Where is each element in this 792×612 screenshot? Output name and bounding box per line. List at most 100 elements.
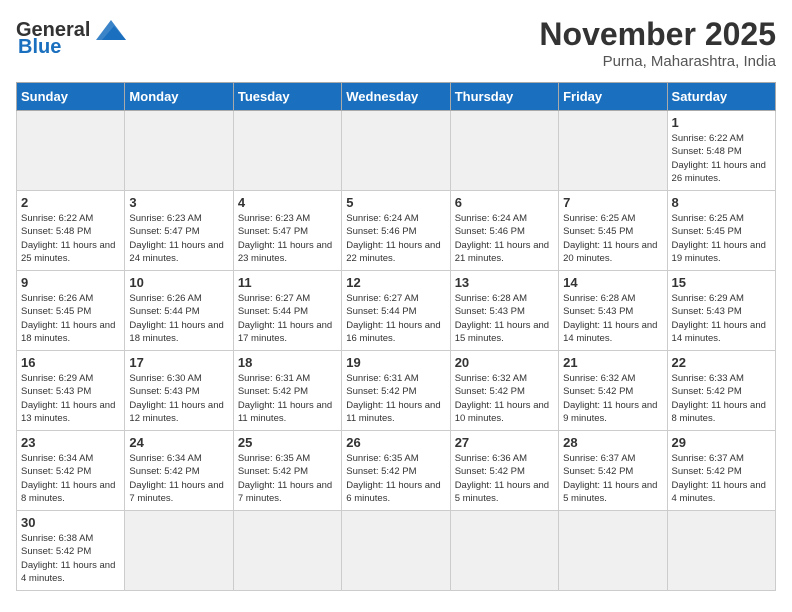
table-row: [559, 111, 667, 191]
table-row: 1 Sunrise: 6:22 AMSunset: 5:48 PMDaylight…: [667, 111, 775, 191]
day-number: 8: [672, 195, 771, 210]
day-number: 18: [238, 355, 337, 370]
day-number: 29: [672, 435, 771, 450]
table-row: [125, 111, 233, 191]
day-number: 28: [563, 435, 662, 450]
cell-info: Sunrise: 6:35 AMSunset: 5:42 PMDaylight:…: [346, 452, 445, 505]
table-row: 6Sunrise: 6:24 AMSunset: 5:46 PMDaylight…: [450, 191, 558, 271]
table-row: [233, 111, 341, 191]
day-number: 30: [21, 515, 120, 530]
day-number: 23: [21, 435, 120, 450]
weekday-friday: Friday: [559, 83, 667, 111]
table-row: [667, 511, 775, 591]
weekday-header-row: SundayMondayTuesdayWednesdayThursdayFrid…: [17, 83, 776, 111]
table-row: 2 Sunrise: 6:22 AMSunset: 5:48 PMDaylight…: [17, 191, 125, 271]
month-title: November 2025: [539, 16, 776, 53]
weekday-thursday: Thursday: [450, 83, 558, 111]
cell-info: Sunrise: 6:32 AMSunset: 5:42 PMDaylight:…: [563, 372, 662, 425]
table-row: 27 Sunrise: 6:36 AMSunset: 5:42 PMDayligh…: [450, 431, 558, 511]
table-row: [450, 511, 558, 591]
table-row: 4 Sunrise: 6:23 AMSunset: 5:47 PMDaylight…: [233, 191, 341, 271]
day-number: 26: [346, 435, 445, 450]
day-number: 17: [129, 355, 228, 370]
table-row: 15Sunrise: 6:29 AMSunset: 5:43 PMDayligh…: [667, 271, 775, 351]
day-number: 2: [21, 195, 120, 210]
cell-info: Sunrise: 6:23 AMSunset: 5:47 PMDaylight:…: [238, 212, 337, 265]
weekday-tuesday: Tuesday: [233, 83, 341, 111]
day-number: 22: [672, 355, 771, 370]
table-row: 20 Sunrise: 6:32 AMSunset: 5:42 PMDayligh…: [450, 351, 558, 431]
cell-info: Sunrise: 6:34 AMSunset: 5:42 PMDaylight:…: [129, 452, 228, 505]
table-row: 21 Sunrise: 6:32 AMSunset: 5:42 PMDayligh…: [559, 351, 667, 431]
cell-info: Sunrise: 6:22 AMSunset: 5:48 PMDaylight:…: [672, 132, 771, 185]
cell-info: Sunrise: 6:30 AMSunset: 5:43 PMDaylight:…: [129, 372, 228, 425]
day-number: 16: [21, 355, 120, 370]
table-row: 3 Sunrise: 6:23 AMSunset: 5:47 PMDaylight…: [125, 191, 233, 271]
table-row: 19 Sunrise: 6:31 AMSunset: 5:42 PMDayligh…: [342, 351, 450, 431]
day-number: 21: [563, 355, 662, 370]
cell-info: Sunrise: 6:27 AMSunset: 5:44 PMDaylight:…: [238, 292, 337, 345]
logo-blue: Blue: [18, 36, 61, 59]
table-row: 8 Sunrise: 6:25 AMSunset: 5:45 PMDaylight…: [667, 191, 775, 271]
cell-info: Sunrise: 6:37 AMSunset: 5:42 PMDaylight:…: [672, 452, 771, 505]
day-number: 4: [238, 195, 337, 210]
cell-info: Sunrise: 6:32 AMSunset: 5:42 PMDaylight:…: [455, 372, 554, 425]
cell-info: Sunrise: 6:31 AMSunset: 5:42 PMDaylight:…: [238, 372, 337, 425]
table-row: 7 Sunrise: 6:25 AMSunset: 5:45 PMDaylight…: [559, 191, 667, 271]
table-row: 10Sunrise: 6:26 AMSunset: 5:44 PMDayligh…: [125, 271, 233, 351]
title-area: November 2025 Purna, Maharashtra, India: [539, 16, 776, 70]
calendar-row: 1 Sunrise: 6:22 AMSunset: 5:48 PMDaylight…: [17, 111, 776, 191]
table-row: 24Sunrise: 6:34 AMSunset: 5:42 PMDayligh…: [125, 431, 233, 511]
table-row: [233, 511, 341, 591]
location: Purna, Maharashtra, India: [539, 53, 776, 70]
cell-info: Sunrise: 6:22 AMSunset: 5:48 PMDaylight:…: [21, 212, 120, 265]
table-row: 22Sunrise: 6:33 AMSunset: 5:42 PMDayligh…: [667, 351, 775, 431]
table-row: 25 Sunrise: 6:35 AMSunset: 5:42 PMDayligh…: [233, 431, 341, 511]
table-row: 29 Sunrise: 6:37 AMSunset: 5:42 PMDayligh…: [667, 431, 775, 511]
cell-info: Sunrise: 6:37 AMSunset: 5:42 PMDaylight:…: [563, 452, 662, 505]
cell-info: Sunrise: 6:38 AMSunset: 5:42 PMDaylight:…: [21, 532, 120, 585]
day-number: 13: [455, 275, 554, 290]
weekday-monday: Monday: [125, 83, 233, 111]
cell-info: Sunrise: 6:25 AMSunset: 5:45 PMDaylight:…: [563, 212, 662, 265]
day-number: 15: [672, 275, 771, 290]
day-number: 5: [346, 195, 445, 210]
day-number: 11: [238, 275, 337, 290]
table-row: [125, 511, 233, 591]
day-number: 1: [672, 115, 771, 130]
cell-info: Sunrise: 6:36 AMSunset: 5:42 PMDaylight:…: [455, 452, 554, 505]
table-row: 28 Sunrise: 6:37 AMSunset: 5:42 PMDayligh…: [559, 431, 667, 511]
day-number: 7: [563, 195, 662, 210]
weekday-wednesday: Wednesday: [342, 83, 450, 111]
cell-info: Sunrise: 6:24 AMSunset: 5:46 PMDaylight:…: [455, 212, 554, 265]
table-row: 17 Sunrise: 6:30 AMSunset: 5:43 PMDayligh…: [125, 351, 233, 431]
table-row: 9Sunrise: 6:26 AMSunset: 5:45 PMDaylight…: [17, 271, 125, 351]
calendar-row: 16 Sunrise: 6:29 AMSunset: 5:43 PMDayligh…: [17, 351, 776, 431]
cell-info: Sunrise: 6:29 AMSunset: 5:43 PMDaylight:…: [21, 372, 120, 425]
day-number: 3: [129, 195, 228, 210]
day-number: 20: [455, 355, 554, 370]
table-row: 12Sunrise: 6:27 AMSunset: 5:44 PMDayligh…: [342, 271, 450, 351]
day-number: 25: [238, 435, 337, 450]
table-row: 14Sunrise: 6:28 AMSunset: 5:43 PMDayligh…: [559, 271, 667, 351]
calendar: SundayMondayTuesdayWednesdayThursdayFrid…: [16, 82, 776, 591]
cell-info: Sunrise: 6:25 AMSunset: 5:45 PMDaylight:…: [672, 212, 771, 265]
table-row: 26 Sunrise: 6:35 AMSunset: 5:42 PMDayligh…: [342, 431, 450, 511]
cell-info: Sunrise: 6:31 AMSunset: 5:42 PMDaylight:…: [346, 372, 445, 425]
table-row: 11 Sunrise: 6:27 AMSunset: 5:44 PMDayligh…: [233, 271, 341, 351]
cell-info: Sunrise: 6:34 AMSunset: 5:42 PMDaylight:…: [21, 452, 120, 505]
weekday-sunday: Sunday: [17, 83, 125, 111]
day-number: 14: [563, 275, 662, 290]
calendar-row: 23 Sunrise: 6:34 AMSunset: 5:42 PMDayligh…: [17, 431, 776, 511]
logo: General Blue: [16, 16, 130, 59]
day-number: 27: [455, 435, 554, 450]
cell-info: Sunrise: 6:35 AMSunset: 5:42 PMDaylight:…: [238, 452, 337, 505]
cell-info: Sunrise: 6:24 AMSunset: 5:46 PMDaylight:…: [346, 212, 445, 265]
table-row: 30 Sunrise: 6:38 AMSunset: 5:42 PMDayligh…: [17, 511, 125, 591]
table-row: 18 Sunrise: 6:31 AMSunset: 5:42 PMDayligh…: [233, 351, 341, 431]
table-row: 5 Sunrise: 6:24 AMSunset: 5:46 PMDaylight…: [342, 191, 450, 271]
day-number: 19: [346, 355, 445, 370]
cell-info: Sunrise: 6:23 AMSunset: 5:47 PMDaylight:…: [129, 212, 228, 265]
cell-info: Sunrise: 6:27 AMSunset: 5:44 PMDaylight:…: [346, 292, 445, 345]
table-row: [450, 111, 558, 191]
